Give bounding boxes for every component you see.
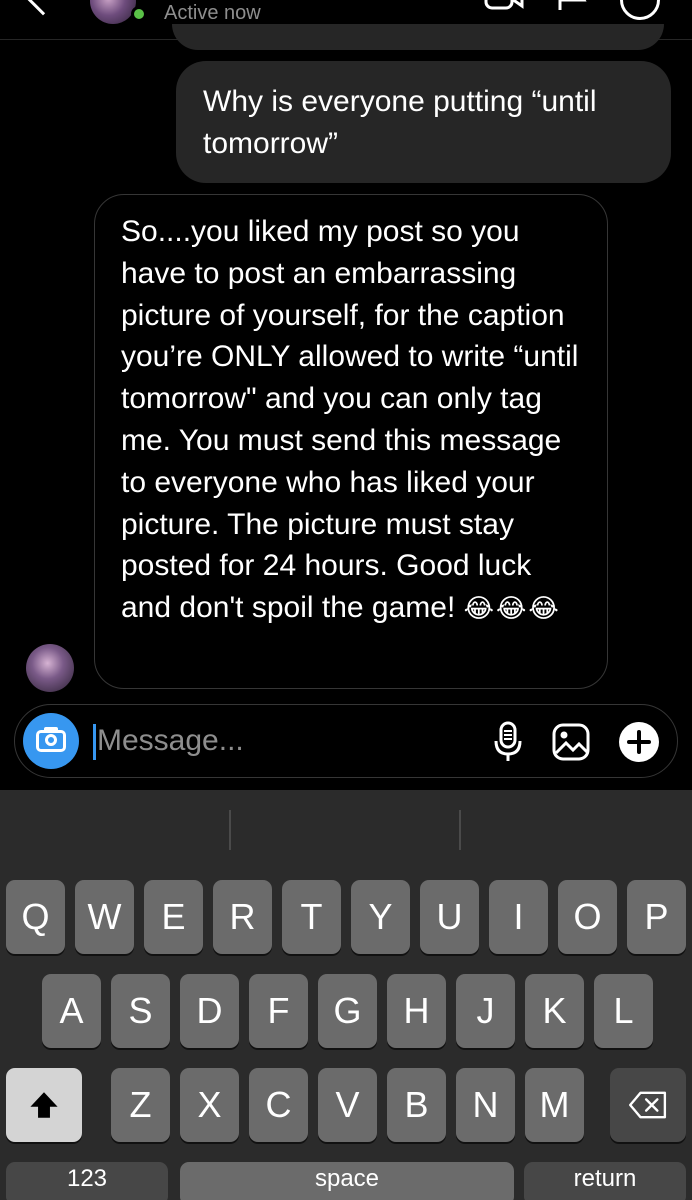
key-l[interactable]: L (594, 974, 653, 1048)
space-key[interactable]: space (180, 1162, 514, 1200)
key-d[interactable]: D (180, 974, 239, 1048)
suggestion-divider (459, 810, 461, 850)
previous-message-bubble (172, 24, 664, 50)
key-y[interactable]: Y (351, 880, 410, 954)
return-key[interactable]: return (524, 1162, 686, 1200)
key-p[interactable]: P (627, 880, 686, 954)
delete-key[interactable] (610, 1068, 686, 1142)
key-f[interactable]: F (249, 974, 308, 1048)
plus-button[interactable] (619, 722, 659, 762)
backspace-icon (629, 1091, 667, 1119)
suggestion-divider (229, 810, 231, 850)
key-r[interactable]: R (213, 880, 272, 954)
key-w[interactable]: W (75, 880, 134, 954)
camera-lens-icon (45, 734, 57, 746)
key-c[interactable]: C (249, 1068, 308, 1142)
sent-message-bubble[interactable]: Why is everyone putting “until tomorrow” (176, 61, 671, 183)
received-message-bubble[interactable]: So....you liked my post so you have to p… (94, 194, 608, 689)
key-z[interactable]: Z (111, 1068, 170, 1142)
key-q[interactable]: Q (6, 880, 65, 954)
shift-key[interactable] (6, 1068, 82, 1142)
key-s[interactable]: S (111, 974, 170, 1048)
key-t[interactable]: T (282, 880, 341, 954)
active-status-text: Active now (164, 2, 261, 24)
key-h[interactable]: H (387, 974, 446, 1048)
key-o[interactable]: O (558, 880, 617, 954)
text-caret (93, 724, 96, 760)
key-n[interactable]: N (456, 1068, 515, 1142)
plus-icon (627, 730, 651, 754)
online-status-dot (131, 6, 147, 22)
shift-arrow-icon (30, 1092, 58, 1118)
key-b[interactable]: B (387, 1068, 446, 1142)
key-u[interactable]: U (420, 880, 479, 954)
microphone-icon[interactable] (493, 721, 523, 763)
tears-of-joy-emoji: 😂😂😂 (463, 593, 561, 624)
key-e[interactable]: E (144, 880, 203, 954)
info-icon[interactable] (620, 0, 660, 20)
key-k[interactable]: K (525, 974, 584, 1048)
key-g[interactable]: G (318, 974, 377, 1048)
message-composer (14, 704, 678, 778)
sent-message-text: Why is everyone putting “until tomorrow” (203, 85, 597, 160)
key-v[interactable]: V (318, 1068, 377, 1142)
sender-avatar[interactable] (26, 644, 74, 692)
numbers-key[interactable]: 123 (6, 1162, 168, 1200)
key-x[interactable]: X (180, 1068, 239, 1142)
flag-icon[interactable] (552, 0, 592, 10)
key-m[interactable]: M (525, 1068, 584, 1142)
key-i[interactable]: I (489, 880, 548, 954)
camera-button[interactable] (23, 713, 79, 769)
on-screen-keyboard: Q W E R T Y U I O P A S D F G H J K L Z … (0, 790, 692, 1200)
gallery-icon[interactable] (551, 722, 591, 762)
message-input[interactable] (97, 719, 477, 763)
key-j[interactable]: J (456, 974, 515, 1048)
video-call-icon[interactable] (484, 0, 524, 10)
back-chevron-icon[interactable] (24, 0, 62, 16)
contact-avatar[interactable] (90, 0, 136, 24)
key-a[interactable]: A (42, 974, 101, 1048)
received-message-text: So....you liked my post so you have to p… (121, 215, 579, 625)
